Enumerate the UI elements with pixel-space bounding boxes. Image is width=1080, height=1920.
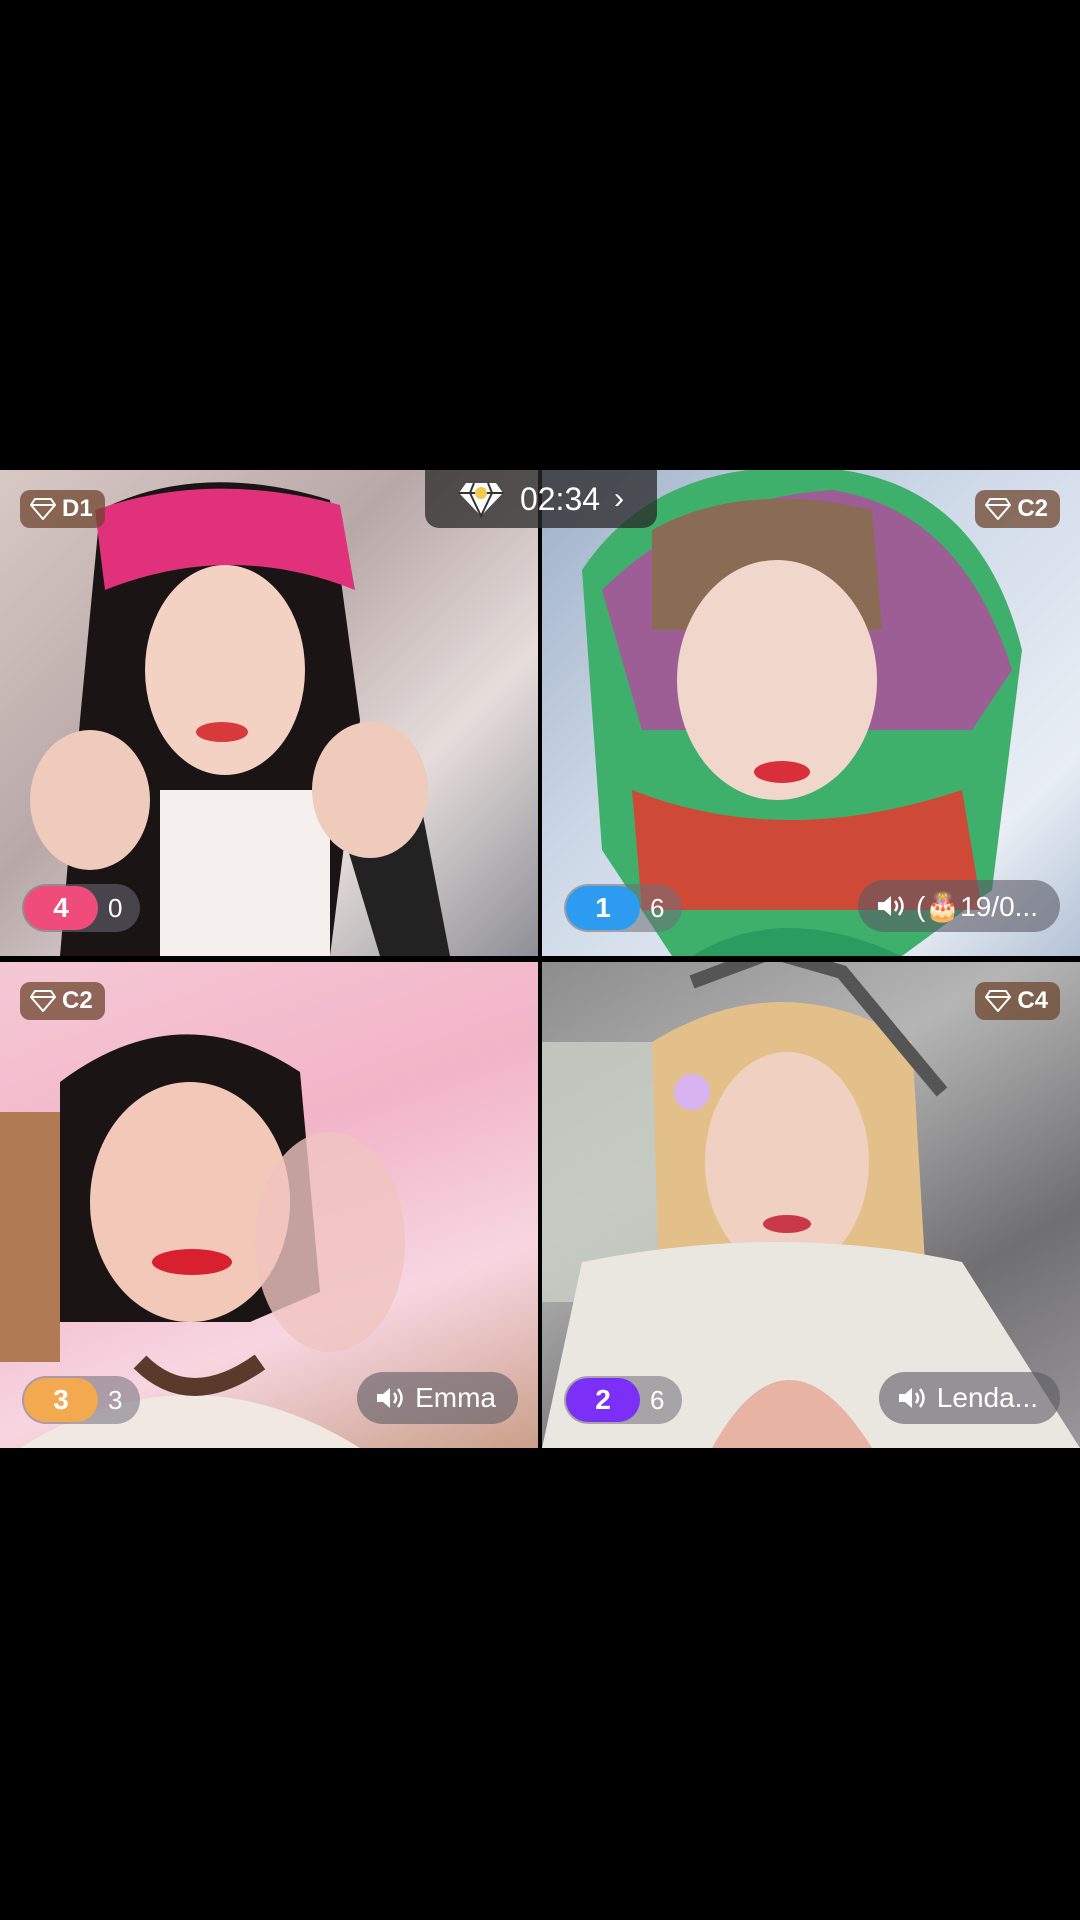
battle-timer[interactable]: 02:34 › <box>425 470 657 528</box>
participant-tile-4[interactable]: C4 2 6 Lenda... <box>542 962 1080 1448</box>
diamond-icon <box>458 482 503 518</box>
participant-tile-3[interactable]: C2 3 3 Emma <box>0 962 538 1448</box>
score-pill: 4 0 <box>22 884 141 932</box>
rank-badge: C2 <box>20 982 105 1020</box>
speaker-icon <box>877 896 904 916</box>
speaker-icon <box>898 1388 925 1408</box>
score-rank: 3 <box>24 1378 98 1422</box>
score-pill: 2 6 <box>564 1376 683 1424</box>
speaker-name: (🎂19/0... <box>915 890 1038 922</box>
participant-tile-1[interactable]: D1 4 0 <box>0 470 538 956</box>
video-grid: D1 4 0 C2 1 6 (🎂19/0... C2 3 3 Emma C4 2… <box>0 470 1080 1448</box>
rank-label: D1 <box>62 495 93 522</box>
speaker-name-pill[interactable]: Emma <box>357 1372 518 1424</box>
chevron-right-icon: › <box>614 482 625 515</box>
score-rank: 4 <box>24 886 98 930</box>
diamond-icon <box>30 498 56 520</box>
score-pill: 1 6 <box>564 884 683 932</box>
score-value: 3 <box>108 1384 123 1415</box>
score-rank: 1 <box>566 886 640 930</box>
diamond-icon <box>30 990 56 1012</box>
speaker-name-pill[interactable]: (🎂19/0... <box>857 880 1060 932</box>
rank-label: C2 <box>1017 495 1048 522</box>
rank-badge: C4 <box>975 982 1060 1020</box>
score-value: 6 <box>650 1384 665 1415</box>
rank-label: C2 <box>62 987 93 1014</box>
score-value: 6 <box>650 892 665 923</box>
speaker-icon <box>377 1388 403 1408</box>
speaker-name-pill[interactable]: Lenda... <box>878 1372 1060 1424</box>
rank-badge: D1 <box>20 490 105 528</box>
speaker-name: Lenda... <box>936 1382 1038 1413</box>
participant-tile-2[interactable]: C2 1 6 (🎂19/0... <box>542 470 1080 956</box>
timer-text: 02:34 <box>519 480 601 517</box>
rank-label: C4 <box>1017 987 1048 1014</box>
speaker-name: Emma <box>415 1382 496 1413</box>
diamond-icon <box>985 498 1012 520</box>
score-pill: 3 3 <box>22 1376 141 1424</box>
score-value: 0 <box>108 892 123 923</box>
score-rank: 2 <box>566 1378 640 1422</box>
rank-badge: C2 <box>975 490 1060 528</box>
diamond-icon <box>985 990 1012 1012</box>
